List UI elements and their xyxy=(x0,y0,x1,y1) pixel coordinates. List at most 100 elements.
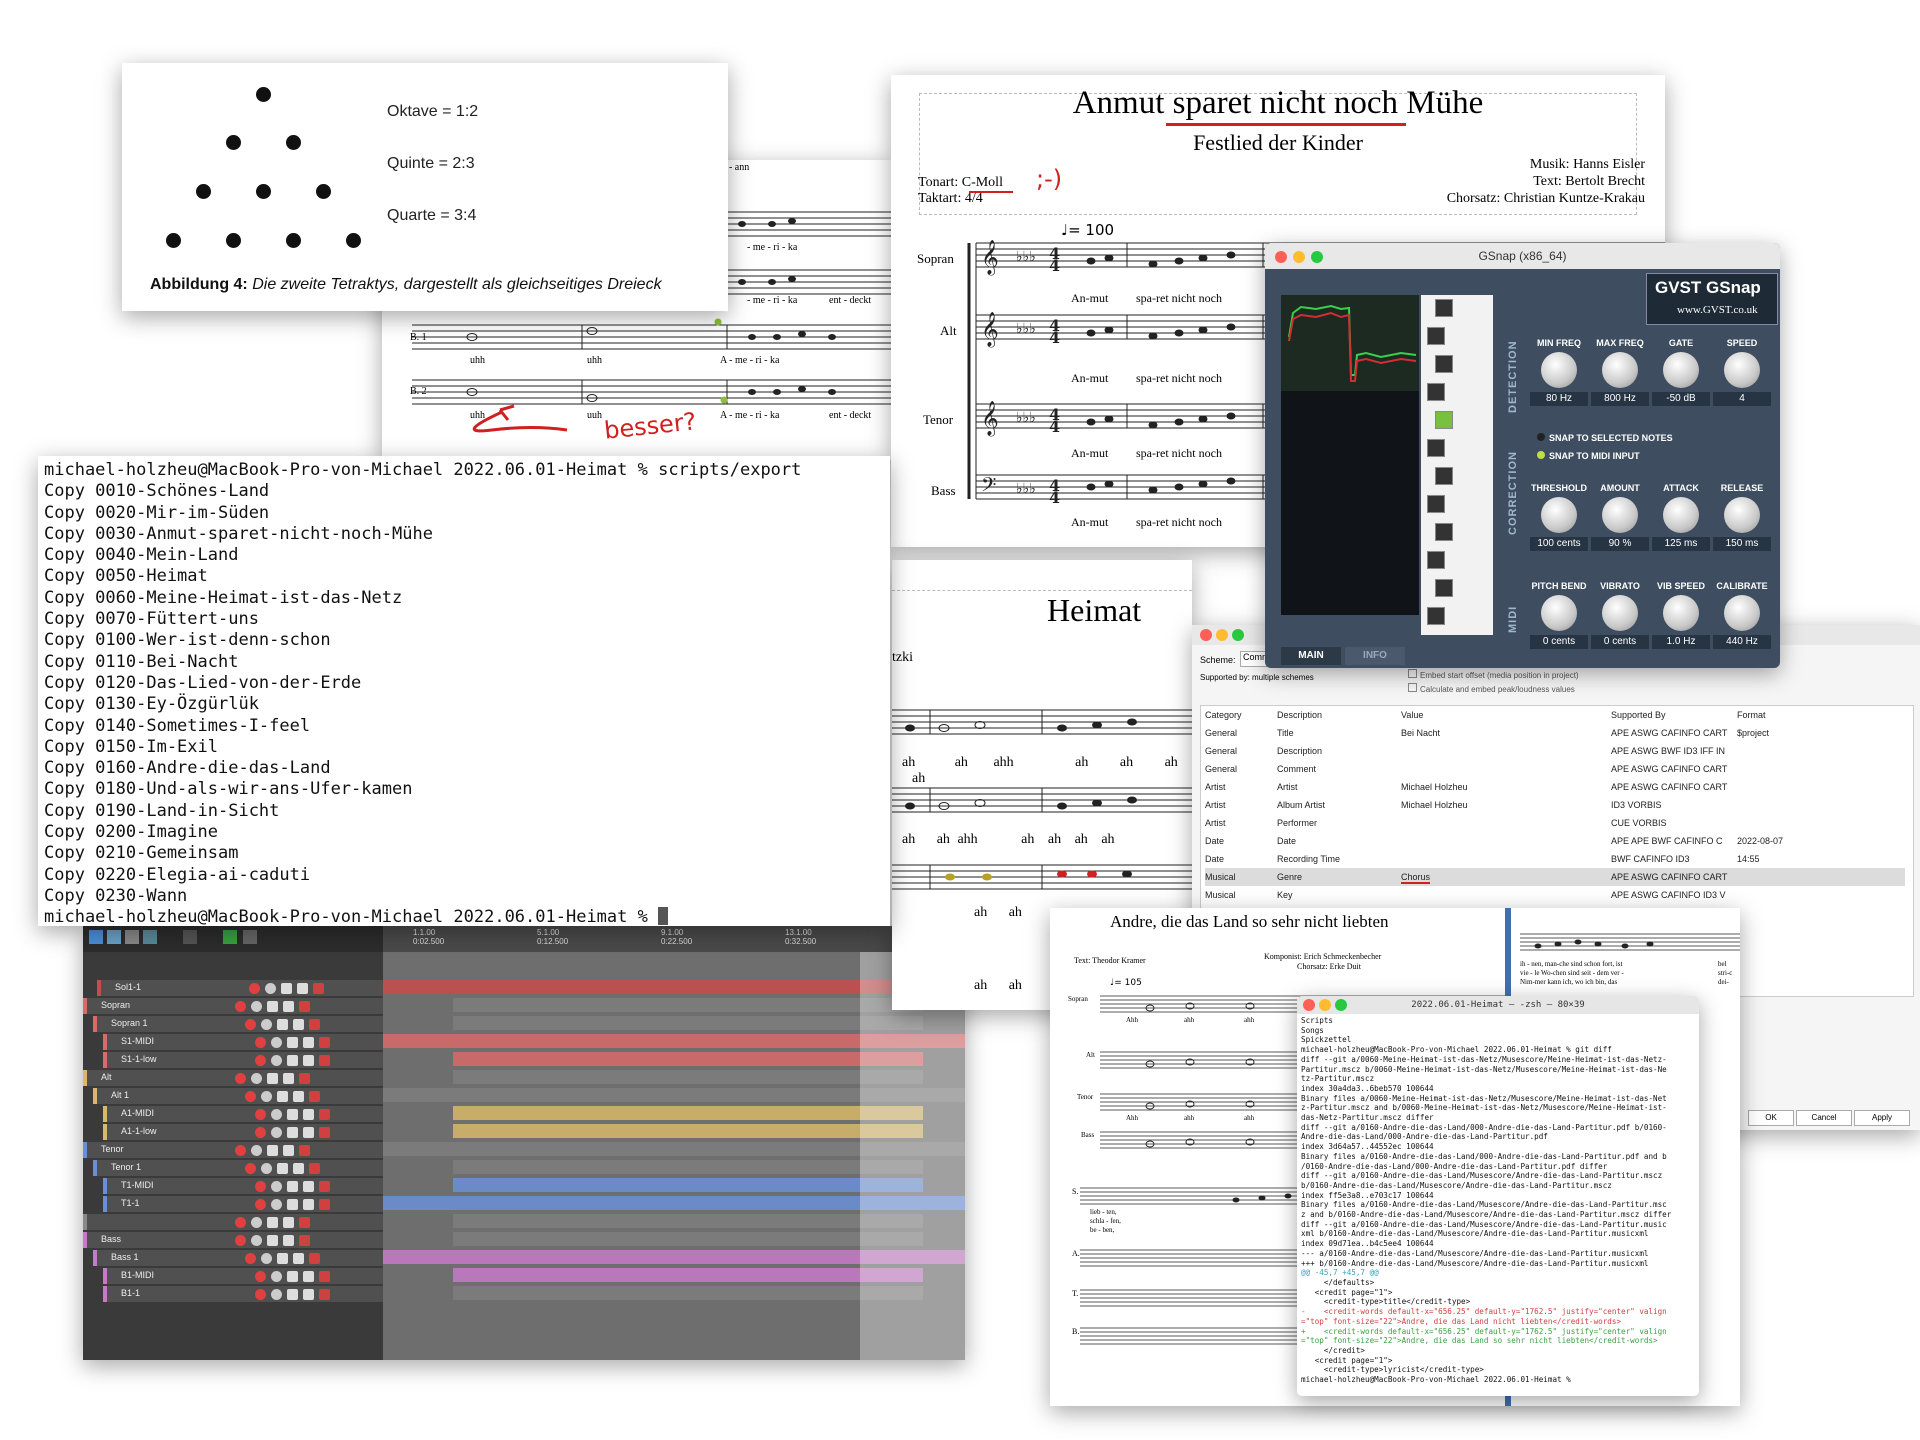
daw-track[interactable]: Sopran 1 xyxy=(93,1016,387,1032)
record-arm-icon[interactable] xyxy=(245,1253,256,1264)
knob-control[interactable] xyxy=(1602,352,1638,388)
volume-knob[interactable] xyxy=(271,1289,282,1300)
daw-window[interactable]: 1.1.00 0:02.500 5.1.00 0:12.500 9.1.00 0:2… xyxy=(83,926,965,1360)
note-toggle[interactable] xyxy=(1435,579,1453,597)
solo-button[interactable] xyxy=(303,1289,314,1300)
mute-button[interactable] xyxy=(287,1127,298,1138)
knob-control[interactable] xyxy=(1663,497,1699,533)
option-snap-midi[interactable]: SNAP TO MIDI INPUT xyxy=(1537,451,1640,461)
solo-button[interactable] xyxy=(293,1019,304,1030)
solo-button[interactable] xyxy=(297,983,308,994)
volume-knob[interactable] xyxy=(251,1145,262,1156)
minimize-icon[interactable] xyxy=(1319,999,1331,1011)
audio-item[interactable] xyxy=(453,1286,923,1300)
audio-item[interactable] xyxy=(453,1070,923,1084)
daw-track[interactable]: T1-1 xyxy=(103,1196,387,1212)
record-arm-icon[interactable] xyxy=(245,1091,256,1102)
solo-button[interactable] xyxy=(293,1253,304,1264)
record-arm-icon[interactable] xyxy=(255,1055,266,1066)
mute-button[interactable] xyxy=(287,1109,298,1120)
tab-info[interactable]: INFO xyxy=(1345,647,1405,665)
solo-button[interactable] xyxy=(293,1091,304,1102)
fx-button[interactable] xyxy=(319,1055,330,1066)
table-row[interactable]: General Description APE ASWG BWF ID3 IFF I… xyxy=(1205,742,1905,760)
volume-knob[interactable] xyxy=(251,1001,262,1012)
table-row[interactable]: Date Date APE APE BWF CAFINFO C 2022-08-07 xyxy=(1205,832,1905,850)
volume-knob[interactable] xyxy=(271,1109,282,1120)
knob-control[interactable] xyxy=(1541,497,1577,533)
daw-track[interactable] xyxy=(83,1214,387,1230)
tool-icon[interactable] xyxy=(89,930,103,944)
knob-control[interactable] xyxy=(1541,595,1577,631)
note-toggle[interactable] xyxy=(1435,411,1453,429)
note-toggle[interactable] xyxy=(1427,495,1445,513)
knob-control[interactable] xyxy=(1724,352,1760,388)
mute-button[interactable] xyxy=(287,1289,298,1300)
solo-button[interactable] xyxy=(293,1163,304,1174)
tool-icon[interactable] xyxy=(107,930,121,944)
daw-track[interactable]: S1-MIDI xyxy=(103,1034,387,1050)
audio-item[interactable] xyxy=(453,1106,923,1120)
mute-button[interactable] xyxy=(287,1181,298,1192)
mute-button[interactable] xyxy=(267,1145,278,1156)
tool-icon[interactable] xyxy=(143,930,157,944)
audio-item[interactable] xyxy=(453,1124,923,1138)
note-toggle[interactable] xyxy=(1435,299,1453,317)
solo-button[interactable] xyxy=(303,1199,314,1210)
mute-button[interactable] xyxy=(277,1091,288,1102)
radio-icon[interactable] xyxy=(1537,451,1545,459)
daw-track[interactable]: Sol1-1 xyxy=(97,980,387,996)
record-arm-icon[interactable] xyxy=(245,1163,256,1174)
daw-track[interactable]: Tenor xyxy=(83,1142,387,1158)
knob-control[interactable] xyxy=(1602,595,1638,631)
knob-control[interactable] xyxy=(1724,497,1760,533)
fx-button[interactable] xyxy=(299,1073,310,1084)
volume-knob[interactable] xyxy=(265,983,276,994)
fx-button[interactable] xyxy=(309,1163,320,1174)
table-row[interactable]: Musical Key APE ASWG CAFINFO ID3 V xyxy=(1205,886,1905,904)
solo-button[interactable] xyxy=(303,1055,314,1066)
mute-button[interactable] xyxy=(287,1037,298,1048)
fx-button[interactable] xyxy=(299,1235,310,1246)
daw-track[interactable]: A1-MIDI xyxy=(103,1106,387,1122)
column-header[interactable]: Description xyxy=(1277,710,1322,720)
daw-track[interactable]: Sopran xyxy=(83,998,387,1014)
record-arm-icon[interactable] xyxy=(235,1235,246,1246)
audio-item[interactable] xyxy=(453,1232,923,1246)
volume-knob[interactable] xyxy=(251,1073,262,1084)
volume-knob[interactable] xyxy=(271,1055,282,1066)
daw-track[interactable]: Bass xyxy=(83,1232,387,1248)
daw-track[interactable]: Bass 1 xyxy=(93,1250,387,1266)
ok-button[interactable]: OK xyxy=(1748,1110,1794,1126)
solo-button[interactable] xyxy=(303,1127,314,1138)
lock-icon[interactable] xyxy=(243,930,257,944)
tab-main[interactable]: MAIN xyxy=(1281,647,1341,665)
column-header[interactable]: Value xyxy=(1401,710,1423,720)
close-icon[interactable] xyxy=(1275,251,1287,263)
volume-knob[interactable] xyxy=(261,1253,272,1264)
table-row[interactable]: Artist Album Artist Michael Holzheu ID3 VOR… xyxy=(1205,796,1905,814)
note-toggle[interactable] xyxy=(1435,523,1453,541)
note-toggle[interactable] xyxy=(1427,439,1445,457)
fx-button[interactable] xyxy=(319,1037,330,1048)
volume-knob[interactable] xyxy=(271,1037,282,1048)
record-arm-icon[interactable] xyxy=(235,1145,246,1156)
mute-button[interactable] xyxy=(277,1163,288,1174)
note-toggle[interactable] xyxy=(1427,327,1445,345)
close-icon[interactable] xyxy=(1303,999,1315,1011)
note-toggle[interactable] xyxy=(1427,607,1445,625)
record-arm-icon[interactable] xyxy=(255,1109,266,1120)
table-row[interactable]: General Comment APE ASWG CAFINFO CART xyxy=(1205,760,1905,778)
zoom-icon[interactable] xyxy=(1335,999,1347,1011)
record-arm-icon[interactable] xyxy=(255,1181,266,1192)
tool-icon[interactable] xyxy=(183,930,197,944)
volume-knob[interactable] xyxy=(271,1127,282,1138)
volume-knob[interactable] xyxy=(261,1019,272,1030)
table-row[interactable]: General Title Bei Nacht APE ASWG CAFINFO CA… xyxy=(1205,724,1905,742)
daw-track[interactable]: B1-1 xyxy=(103,1286,387,1302)
audio-item[interactable] xyxy=(453,1178,923,1192)
audio-item[interactable] xyxy=(453,1214,923,1228)
fx-button[interactable] xyxy=(319,1181,330,1192)
record-arm-icon[interactable] xyxy=(255,1289,266,1300)
audio-item[interactable] xyxy=(453,998,923,1012)
